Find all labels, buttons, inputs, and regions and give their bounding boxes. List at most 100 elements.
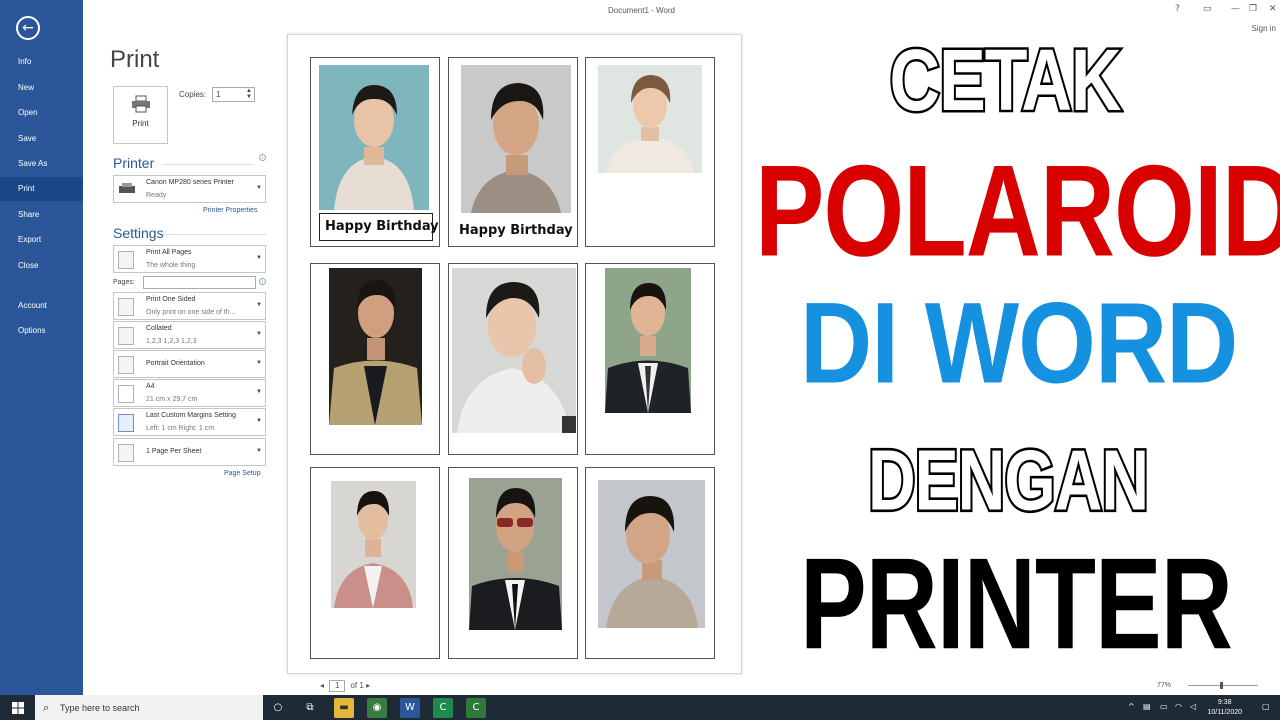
nav-new[interactable]: New (0, 76, 83, 100)
zoom-thumb[interactable] (1220, 682, 1223, 689)
title-bar: Document1 - Word ? ▭ — ❐ ✕ (83, 0, 1280, 22)
polaroid-frame (448, 263, 578, 455)
orientation-select[interactable]: Portrait Orientation ▼ (113, 350, 266, 378)
collation-select[interactable]: Collated 1,2,3 1,2,3 1,2,3 ▼ (113, 321, 266, 349)
network-icon[interactable]: ▤ (1143, 702, 1151, 711)
printer-properties-link[interactable]: Printer Properties (203, 207, 257, 214)
back-arrow-icon[interactable]: ← (16, 16, 40, 40)
sides-select[interactable]: Print One Sided Only print on one side o… (113, 292, 266, 320)
nav-save[interactable]: Save (0, 127, 83, 151)
search-placeholder: Type here to search (60, 703, 140, 713)
file-explorer-icon[interactable]: ▬ (334, 698, 354, 718)
notifications-icon[interactable]: ▢ (1262, 702, 1270, 711)
copies-stepper[interactable]: 1 ▲ ▼ (212, 87, 255, 102)
nav-share[interactable]: Share (0, 203, 83, 227)
print-range-select[interactable]: Print All Pages The whole thing ▼ (113, 245, 266, 273)
page-title: Print (110, 46, 160, 73)
nav-options[interactable]: Options (0, 319, 83, 343)
polaroid-frame (310, 263, 440, 455)
page-total: of 1 (350, 681, 364, 690)
nav-export[interactable]: Export (0, 228, 83, 252)
ribbon-display-icon[interactable]: ▭ (1203, 4, 1212, 14)
chevron-down-icon: ▼ (256, 185, 262, 191)
settings-heading: Settings (113, 225, 164, 241)
portrait-image (331, 481, 416, 608)
pages-icon (118, 251, 134, 269)
cortana-icon[interactable]: ○ (268, 698, 288, 718)
setting-main: Print All Pages (146, 249, 192, 256)
paper-size-select[interactable]: A4 21 cm x 29,7 cm ▼ (113, 379, 266, 407)
chevron-down-icon: ▼ (256, 331, 262, 337)
nav-close[interactable]: Close (0, 254, 83, 278)
nav-print[interactable]: Print (0, 177, 83, 201)
print-button-label: Print (132, 119, 149, 128)
taskbar: ⌕ Type here to search ○ ⧉ ▬ ◉ W C C ^ ▤ … (0, 695, 1280, 720)
nav-open[interactable]: Open (0, 101, 83, 125)
spin-arrows-icon[interactable]: ▲ ▼ (246, 88, 252, 100)
setting-sub: 21 cm x 29,7 cm (146, 396, 198, 403)
camtasia-recorder-icon[interactable]: C (466, 698, 486, 718)
pages-label: Pages: (113, 279, 135, 286)
backstage-nav: ← Info New Open Save Save As Print Share… (0, 0, 83, 695)
portrait-image (469, 478, 562, 630)
setting-main: 1 Page Per Sheet (146, 448, 202, 455)
wifi-icon[interactable]: ◠ (1175, 702, 1182, 711)
camtasia-icon[interactable]: C (433, 698, 453, 718)
polaroid-frame (585, 467, 715, 659)
time: 9:38 (1217, 699, 1232, 706)
page-navigator: ◂ 1 of 1 ▸ (320, 680, 370, 692)
setting-sub: Left: 1 cm Right: 1 cm (146, 425, 215, 432)
polaroid-frame (310, 467, 440, 659)
info-icon[interactable]: i (259, 154, 266, 161)
chevron-up-icon[interactable]: ^ (1128, 702, 1135, 711)
volume-icon[interactable]: ◁ (1190, 702, 1196, 711)
setting-sub: 1,2,3 1,2,3 1,2,3 (146, 338, 197, 345)
headline-line-5: PRINTER (798, 528, 1236, 680)
close-button[interactable]: ✕ (1269, 4, 1277, 14)
windows-start-icon[interactable] (12, 702, 24, 714)
clock[interactable]: 9:38 10/11/2020 (1207, 698, 1242, 718)
info-icon[interactable]: i (259, 278, 266, 285)
minimize-button[interactable]: — (1231, 4, 1240, 14)
pages-per-sheet-select[interactable]: 1 Page Per Sheet ▼ (113, 438, 266, 466)
help-button[interactable]: ? (1175, 4, 1180, 14)
nav-info[interactable]: Info (0, 50, 83, 74)
battery-icon[interactable]: ▭ (1160, 702, 1168, 711)
portrait-icon (118, 356, 134, 374)
divider (163, 234, 266, 235)
paper-icon (118, 385, 134, 403)
next-page-icon[interactable]: ▸ (366, 681, 370, 690)
zoom-level: 77% (1157, 682, 1172, 689)
print-preview-page: Happy Birthday Happy Birthday (287, 34, 742, 674)
polaroid-frame: Happy Birthday (310, 57, 440, 247)
margins-select[interactable]: Last Custom Margins Setting Left: 1 cm R… (113, 408, 266, 436)
portrait-image (461, 65, 571, 213)
portrait-photo (319, 65, 429, 210)
zoom-slider[interactable] (1188, 682, 1258, 689)
portrait-image (452, 268, 576, 433)
sign-in-link[interactable]: Sign in (1252, 24, 1276, 33)
word-icon[interactable]: W (400, 698, 420, 718)
portrait-photo (598, 480, 705, 628)
task-view-icon[interactable]: ⧉ (300, 698, 320, 718)
portrait-photo (452, 268, 576, 433)
chevron-down-icon: ▼ (256, 448, 262, 454)
chrome-icon[interactable]: ◉ (367, 698, 387, 718)
prev-page-icon[interactable]: ◂ (320, 681, 324, 690)
window-title: Document1 - Word (608, 6, 675, 15)
printer-select[interactable]: Canon MP280 series Printer Ready ▼ (113, 175, 266, 203)
print-button[interactable]: Print (113, 86, 168, 144)
page-setup-link[interactable]: Page Setup (224, 470, 261, 477)
setting-main: Portrait Orientation (146, 360, 205, 367)
pages-input[interactable] (143, 276, 256, 289)
copies-value: 1 (216, 90, 221, 99)
restore-button[interactable]: ❐ (1249, 4, 1257, 14)
nav-save-as[interactable]: Save As (0, 152, 83, 176)
headline-line-2: POLAROID (753, 136, 1280, 287)
portrait-image (598, 65, 702, 173)
nav-account[interactable]: Account (0, 294, 83, 318)
portrait-image (329, 268, 422, 425)
portrait-image (605, 268, 691, 413)
taskbar-search[interactable]: ⌕ Type here to search (35, 695, 263, 720)
page-number-input[interactable]: 1 (329, 680, 346, 692)
